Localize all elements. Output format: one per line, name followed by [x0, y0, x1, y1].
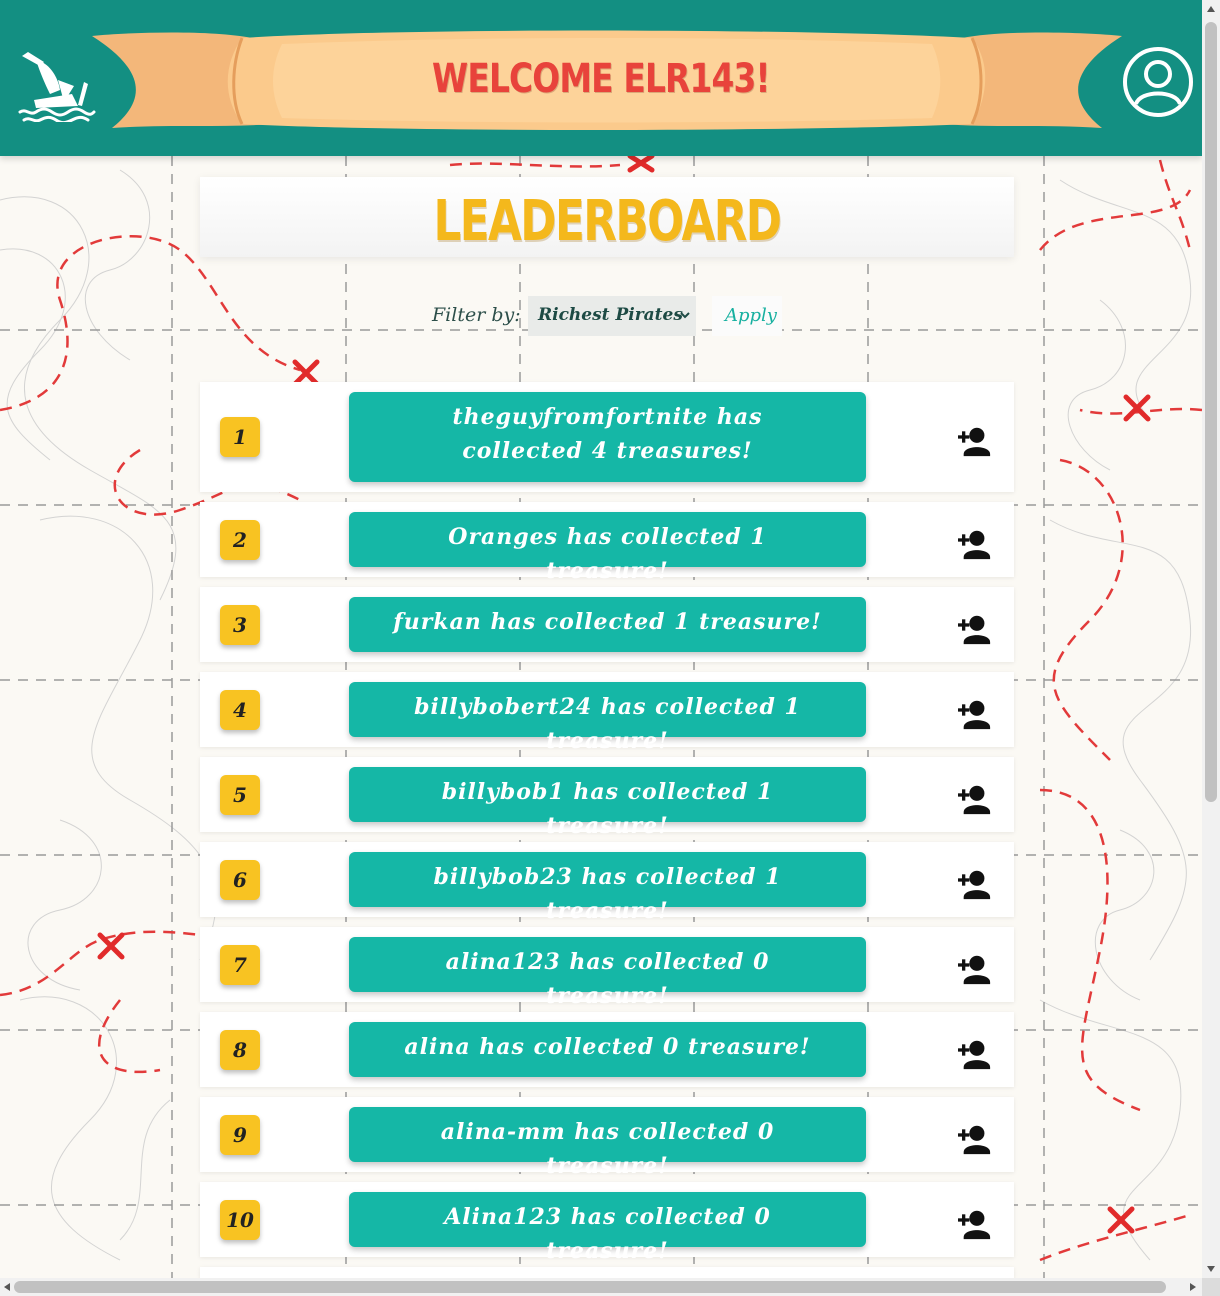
player-summary: alina has collected 0 treasure!	[349, 1022, 866, 1077]
leaderboard-row: 6 billybob23 has collected 1 treasure!	[200, 842, 1014, 924]
add-friend-icon[interactable]	[954, 867, 996, 901]
leaderboard-row: 8 alina has collected 0 treasure!	[200, 1012, 1014, 1087]
rank-badge: 6	[220, 859, 260, 900]
leaderboard-title-card: LEADERBOARD	[200, 177, 1014, 257]
add-friend-icon[interactable]	[954, 1122, 996, 1156]
filter-selected-value: Richest Pirates	[538, 305, 683, 325]
leaderboard-list: 1 theguyfromfortnite has collected 4 trea…	[200, 382, 1014, 1289]
player-summary: billybob1 has collected 1 treasure!	[349, 767, 866, 839]
rank-badge: 4	[220, 689, 260, 730]
leaderboard-row: 9 alina-mm has collected 0 treasure!	[200, 1097, 1014, 1179]
rank-badge: 2	[220, 519, 260, 560]
player-summary: Alina123 has collected 0 treasure!	[349, 1192, 866, 1264]
filter-label: Filter by:	[432, 304, 521, 326]
leaderboard-row: 1 theguyfromfortnite has collected 4 trea…	[200, 382, 1014, 492]
page-title: LEADERBOARD	[433, 189, 782, 254]
scrollbar-corner	[1202, 1278, 1220, 1296]
shipwreck-icon[interactable]	[14, 50, 96, 122]
horizontal-scrollbar-thumb[interactable]	[14, 1281, 1166, 1293]
player-summary: alina123 has collected 0 treasure!	[349, 937, 866, 1009]
top-header: WELCOME ELR143!	[0, 0, 1202, 156]
leaderboard-row: 3 furkan has collected 1 treasure!	[200, 587, 1014, 662]
scroll-right-arrow[interactable]	[1190, 1283, 1196, 1291]
scroll-left-arrow[interactable]	[4, 1283, 10, 1291]
rank-badge: 1	[220, 417, 260, 457]
filter-select[interactable]: Richest Pirates	[528, 296, 696, 336]
vertical-scrollbar-thumb[interactable]	[1205, 22, 1217, 802]
rank-badge: 9	[220, 1114, 260, 1155]
filter-bar: Filter by: Richest Pirates Apply	[0, 296, 1202, 338]
player-summary: billybob23 has collected 1 treasure!	[349, 852, 866, 924]
add-friend-icon[interactable]	[954, 527, 996, 561]
player-summary: Oranges has collected 1 treasure!	[349, 512, 866, 584]
add-friend-icon[interactable]	[954, 424, 996, 458]
add-friend-icon[interactable]	[954, 612, 996, 646]
apply-button[interactable]: Apply	[712, 296, 782, 336]
add-friend-icon[interactable]	[954, 1037, 996, 1071]
scroll-down-arrow[interactable]	[1207, 1266, 1215, 1272]
rank-badge: 8	[220, 1029, 260, 1070]
rank-badge: 5	[220, 774, 260, 815]
chevron-down-icon	[680, 312, 690, 319]
scroll-up-arrow[interactable]	[1207, 6, 1215, 12]
player-summary: billybobert24 has collected 1 treasure!	[349, 682, 866, 754]
rank-badge: 3	[220, 604, 260, 645]
leaderboard-row: 5 billybob1 has collected 1 treasure!	[200, 757, 1014, 839]
leaderboard-row: 10 Alina123 has collected 0 treasure!	[200, 1182, 1014, 1264]
player-summary: alina-mm has collected 0 treasure!	[349, 1107, 866, 1179]
add-friend-icon[interactable]	[954, 1207, 996, 1241]
welcome-heading: WELCOME ELR143!	[432, 56, 770, 102]
leaderboard-row: 2 Oranges has collected 1 treasure!	[200, 502, 1014, 584]
rank-badge: 10	[220, 1199, 260, 1240]
user-circle-icon[interactable]	[1122, 46, 1194, 118]
leaderboard-row: 4 billybobert24 has collected 1 treasure!	[200, 672, 1014, 754]
add-friend-icon[interactable]	[954, 952, 996, 986]
leaderboard-row: 7 alina123 has collected 0 treasure!	[200, 927, 1014, 1009]
player-summary: theguyfromfortnite has collected 4 treas…	[349, 392, 866, 482]
rank-badge: 7	[220, 944, 260, 985]
add-friend-icon[interactable]	[954, 697, 996, 731]
player-summary: furkan has collected 1 treasure!	[349, 597, 866, 652]
add-friend-icon[interactable]	[954, 782, 996, 816]
